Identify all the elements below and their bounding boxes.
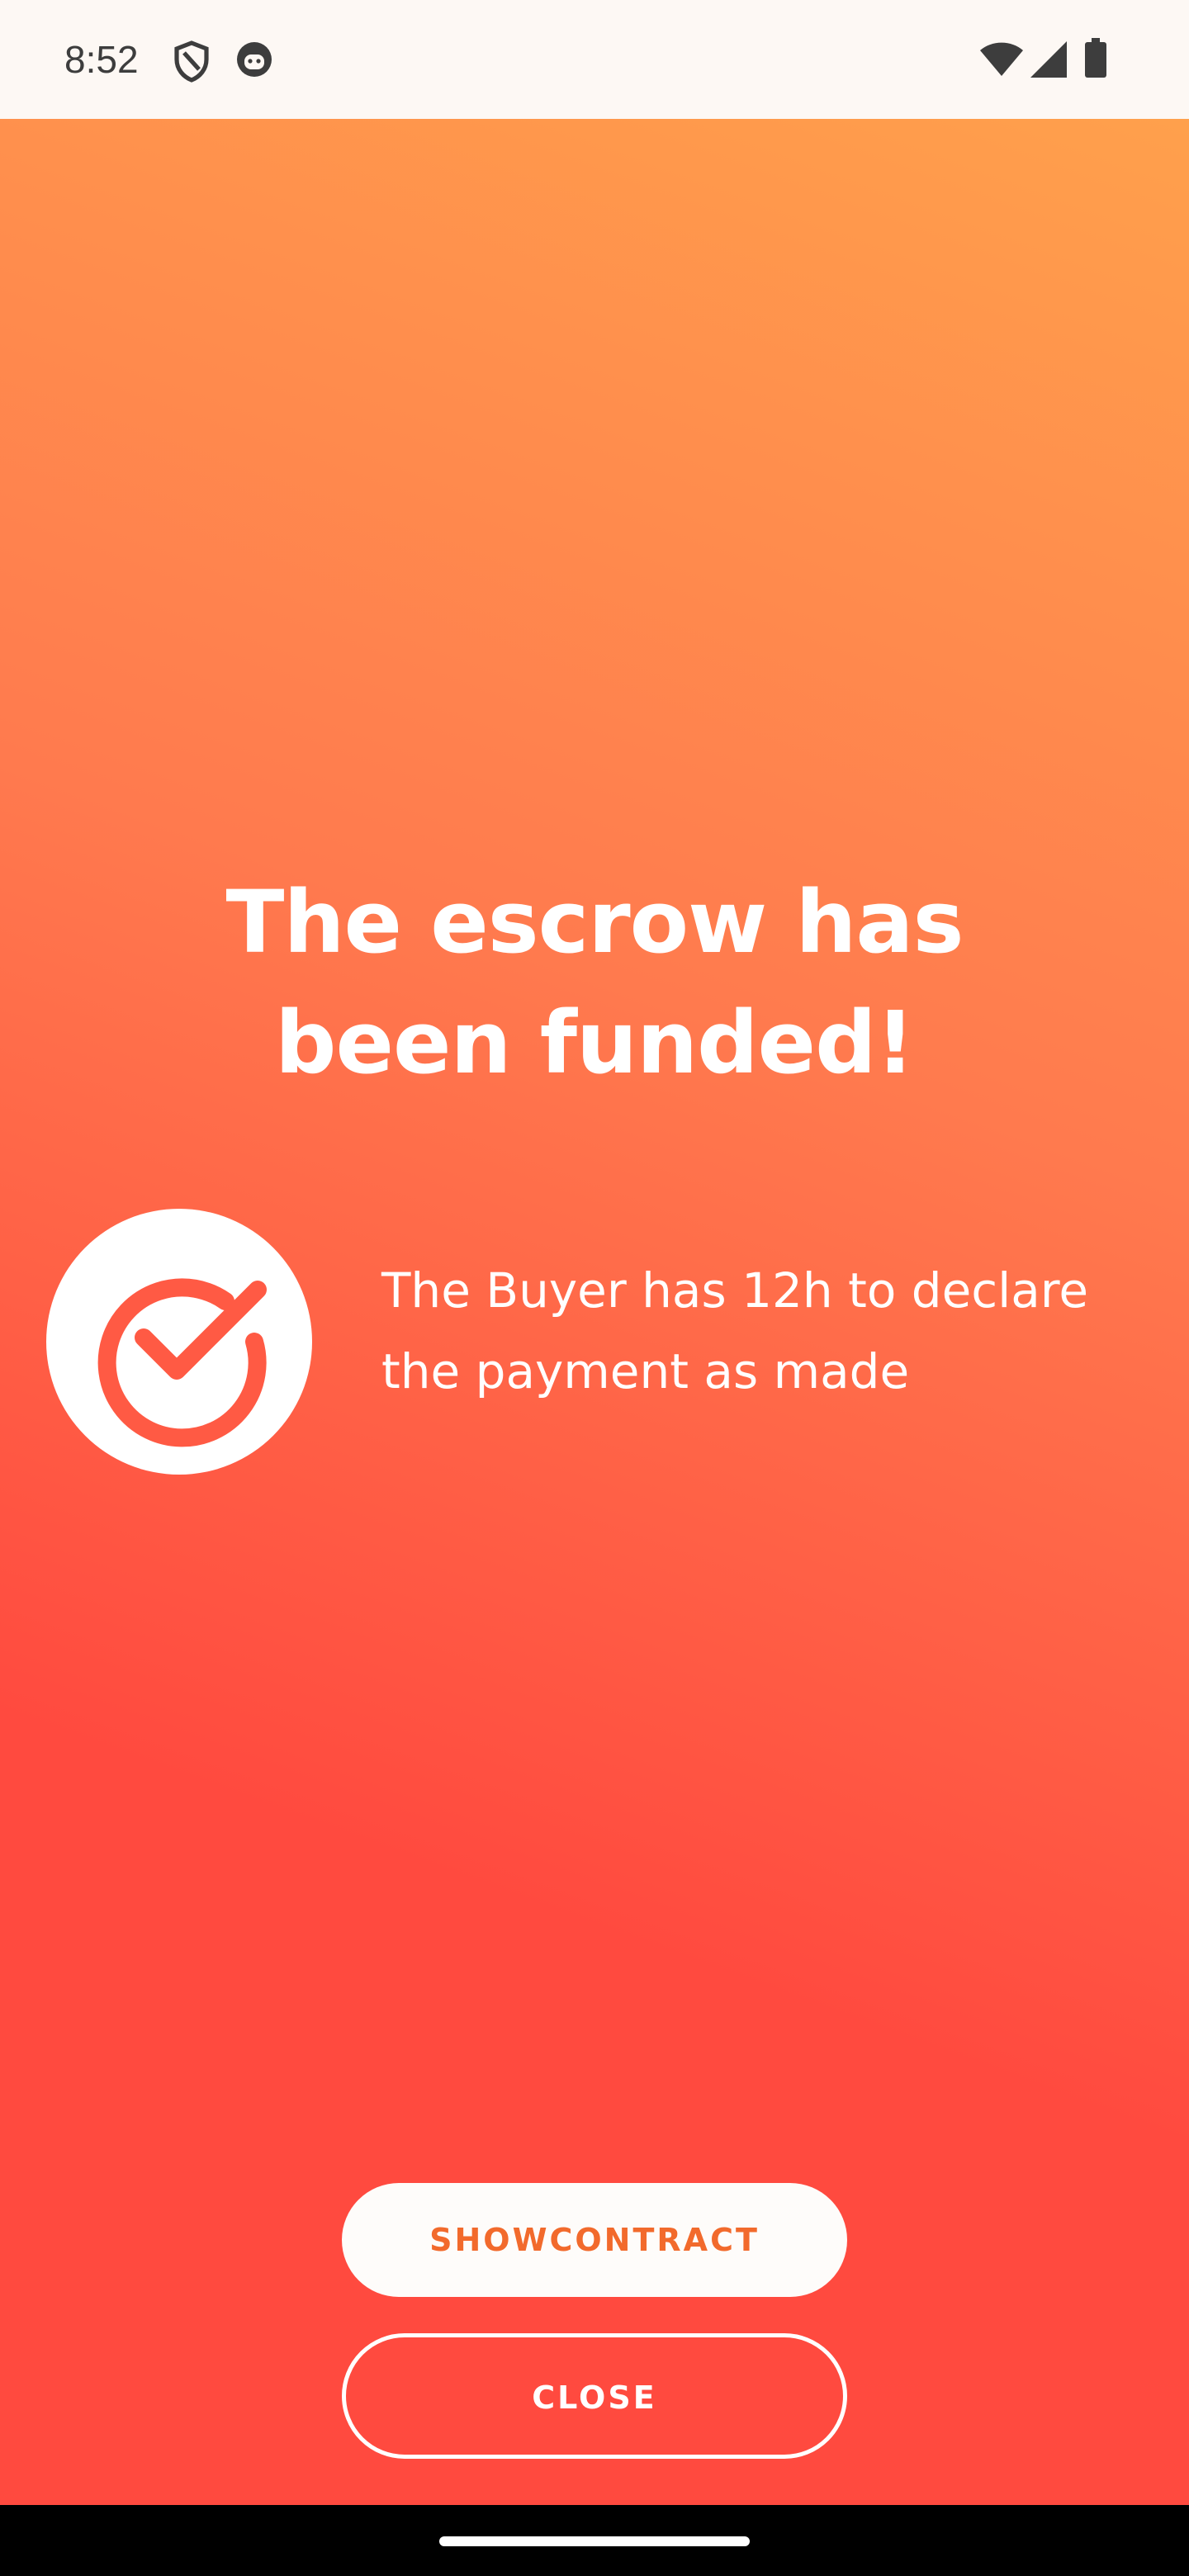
info-line-1: The Buyer has 12h to declare: [381, 1262, 1089, 1319]
status-time: 8:52: [64, 38, 139, 81]
home-gesture-handle[interactable]: [439, 2536, 750, 2546]
check-circle-icon: [46, 1209, 312, 1475]
escrow-funded-screen: The escrow has been funded! The Buyer ha…: [0, 119, 1189, 2505]
shield-icon: [174, 40, 209, 83]
close-button[interactable]: CLOSE: [342, 2333, 847, 2459]
page-title: The escrow has been funded!: [0, 862, 1189, 1103]
battery-icon: [1085, 38, 1106, 78]
show-contract-button[interactable]: SHOWCONTRACT: [342, 2183, 847, 2297]
title-line-1: The escrow has: [225, 872, 964, 973]
navigation-bar: [0, 2505, 1189, 2576]
android-face-icon: [237, 42, 272, 77]
signal-icon: [1030, 41, 1067, 78]
title-line-2: been funded!: [275, 992, 915, 1093]
info-line-2: the payment as made: [381, 1343, 910, 1399]
status-bar: 8:52: [0, 0, 1189, 119]
info-text: The Buyer has 12h to declare the payment…: [381, 1250, 1125, 1412]
wifi-icon: [980, 42, 1023, 76]
